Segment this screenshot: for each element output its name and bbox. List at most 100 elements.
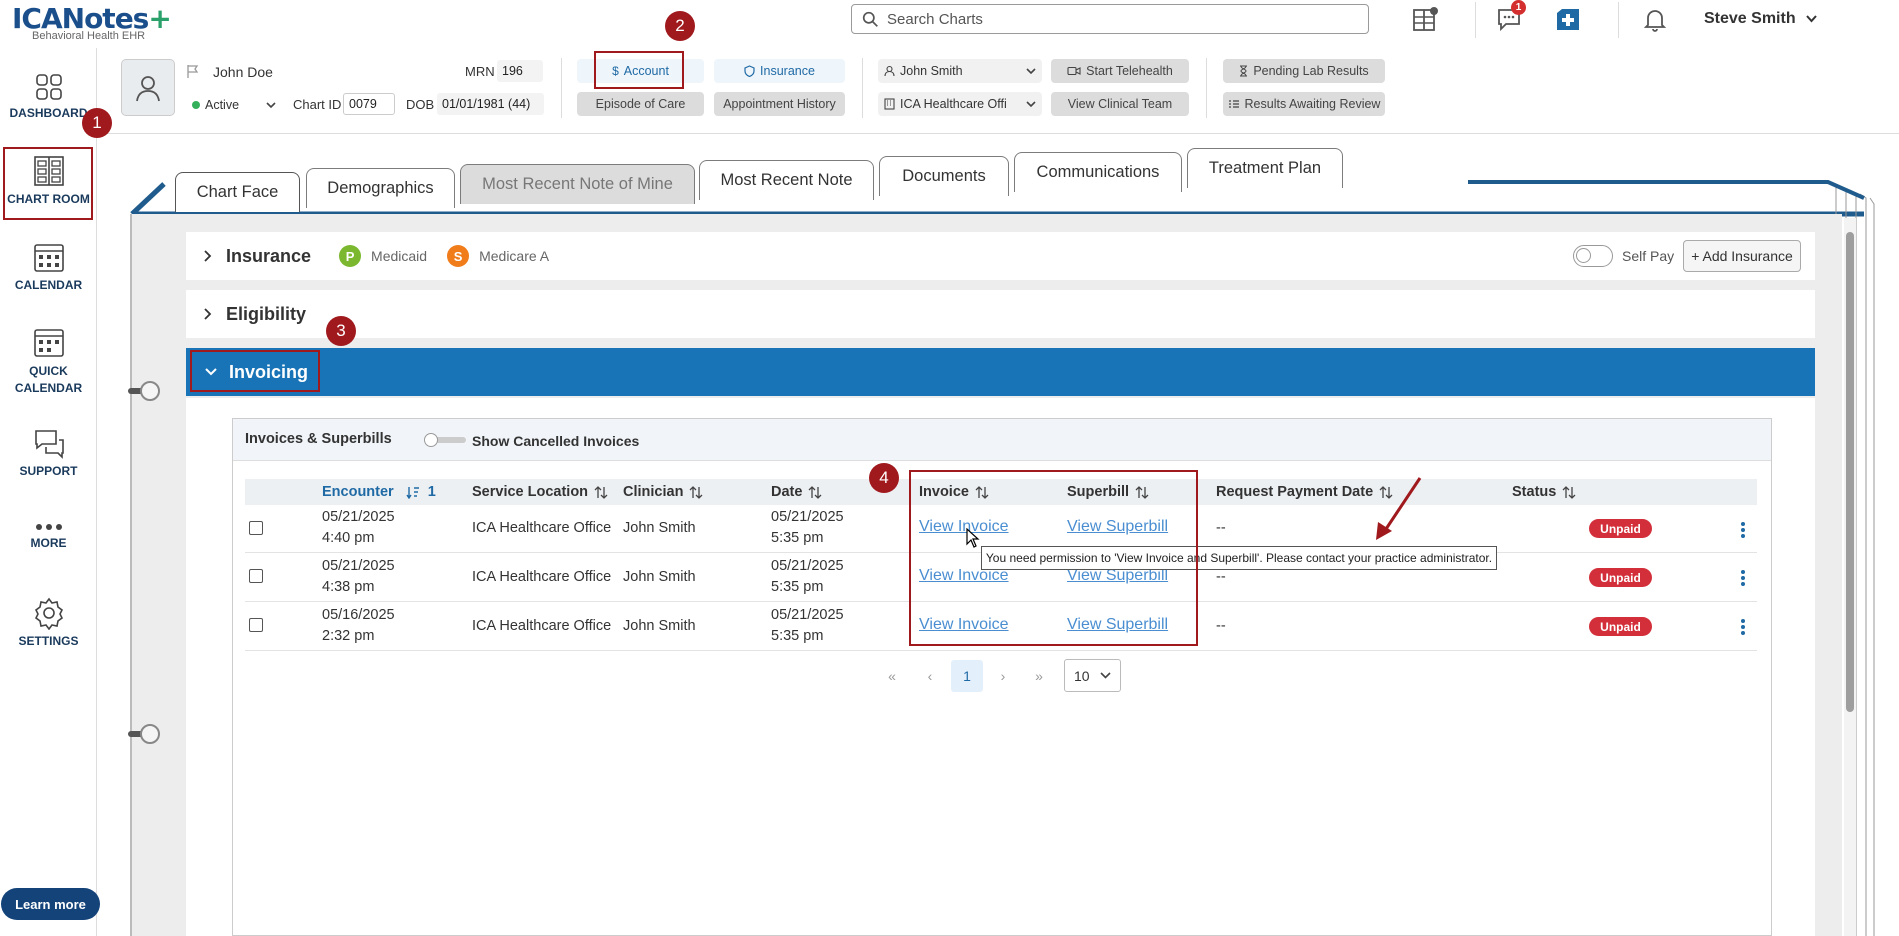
first-page-button[interactable]: «: [880, 664, 904, 688]
patient-status-select[interactable]: Active: [186, 93, 282, 117]
sidebar-item-label: QUICK CALENDAR: [14, 364, 83, 395]
show-cancelled-toggle[interactable]: [424, 433, 466, 447]
secondary-plan-name: Medicare A: [479, 248, 550, 264]
last-page-button[interactable]: »: [1027, 664, 1051, 688]
sidebar-item-dashboard[interactable]: DASHBOARD: [0, 72, 97, 120]
clinician-select[interactable]: John Smith: [878, 59, 1042, 83]
binder-ring: [128, 724, 160, 744]
sidebar-item-label: SETTINGS: [18, 634, 79, 648]
tab-chart-face[interactable]: Chart Face: [175, 172, 300, 212]
learn-more-button[interactable]: Learn more: [1, 888, 100, 920]
chart-id-value: 0079: [343, 93, 395, 115]
search-placeholder: Search Charts: [887, 10, 983, 28]
chevron-down-icon: [266, 101, 276, 109]
notifications-bell-icon[interactable]: [1638, 2, 1672, 36]
search-icon: [862, 11, 879, 28]
sidebar-item-label: MORE: [30, 536, 67, 550]
tab-documents[interactable]: Documents: [879, 156, 1009, 196]
sidebar-item-quick-calendar[interactable]: QUICK CALENDAR: [0, 325, 97, 397]
hourglass-icon: [1239, 65, 1248, 77]
insurance-button[interactable]: Insurance: [714, 59, 845, 83]
row-actions-icon[interactable]: [1741, 619, 1745, 635]
chart-room-top-icon[interactable]: [1408, 2, 1442, 36]
self-pay-toggle[interactable]: [1573, 245, 1613, 267]
date-cell: 05/21/2025 5:35 pm: [771, 607, 844, 644]
sidebar-item-label: CALENDAR: [14, 278, 83, 292]
support-chat-icon: [32, 428, 66, 460]
flag-icon[interactable]: [186, 64, 200, 78]
start-telehealth-button[interactable]: Start Telehealth: [1051, 59, 1189, 83]
sort-order-number: 1: [427, 484, 436, 500]
eligibility-section-header[interactable]: Eligibility: [186, 290, 1815, 338]
invoicing-section-header[interactable]: Invoicing: [186, 348, 1815, 396]
binder-ring: [128, 381, 160, 401]
patient-avatar: [121, 59, 175, 116]
date-cell: 05/21/2025 5:35 pm: [771, 509, 844, 546]
row-actions-icon[interactable]: [1741, 570, 1745, 586]
building-icon: [884, 98, 895, 110]
clinician-cell: John Smith: [623, 618, 696, 634]
next-page-button[interactable]: ›: [991, 664, 1015, 688]
col-service-location[interactable]: Service Location: [472, 479, 609, 505]
sort-icon: [1562, 485, 1576, 499]
tab-demographics[interactable]: Demographics: [306, 168, 455, 208]
list-check-icon: [1228, 99, 1240, 109]
episode-of-care-button[interactable]: Episode of Care: [577, 92, 704, 116]
col-date[interactable]: Date: [771, 479, 823, 505]
step-4-marker: 4: [869, 463, 899, 493]
user-menu[interactable]: Steve Smith: [1704, 10, 1817, 28]
col-encounter[interactable]: Encounter 1: [322, 479, 436, 505]
primary-plan-name: Medicaid: [371, 248, 428, 264]
clinician-cell: John Smith: [623, 569, 696, 585]
col-status[interactable]: Status: [1512, 479, 1577, 505]
row-checkbox[interactable]: [249, 521, 263, 535]
pending-lab-results-button[interactable]: Pending Lab Results: [1223, 59, 1385, 83]
sidebar-item-label: SUPPORT: [19, 464, 78, 478]
dob-value: 01/01/1981 (44): [437, 93, 544, 115]
chevron-down-icon: [1026, 100, 1036, 108]
search-charts-input[interactable]: Search Charts: [851, 4, 1369, 34]
chevron-down-icon: [1026, 67, 1036, 75]
sort-icon: [808, 485, 822, 499]
add-patient-icon[interactable]: [1551, 2, 1585, 36]
col-clinician[interactable]: Clinician: [623, 479, 704, 505]
add-insurance-button[interactable]: + Add Insurance: [1683, 240, 1801, 272]
tab-most-recent-note[interactable]: Most Recent Note: [699, 160, 874, 200]
appointment-history-button[interactable]: Appointment History: [714, 92, 845, 116]
self-pay-label: Self Pay: [1622, 248, 1675, 264]
results-awaiting-review-button[interactable]: Results Awaiting Review: [1223, 92, 1385, 116]
tab-communications[interactable]: Communications: [1014, 152, 1182, 192]
dob-label: DOB: [406, 97, 435, 112]
sort-icon: [594, 485, 608, 499]
page-size-select[interactable]: 10: [1064, 659, 1121, 692]
row-actions-icon[interactable]: [1741, 522, 1745, 538]
prev-page-button[interactable]: ‹: [918, 664, 942, 688]
view-clinical-team-button[interactable]: View Clinical Team: [1051, 92, 1189, 116]
step-1-marker: 1: [82, 108, 112, 138]
row-checkbox[interactable]: [249, 569, 263, 583]
service-location-cell: ICA Healthcare Office: [472, 569, 612, 585]
sidebar-item-settings[interactable]: SETTINGS: [0, 596, 97, 648]
col-request-payment-date[interactable]: Request Payment Date: [1216, 479, 1394, 505]
step-2-marker: 2: [665, 11, 695, 41]
encounter-datetime: 05/16/2025 2:32 pm: [322, 607, 395, 644]
page-scrollbar[interactable]: [1844, 218, 1856, 936]
tab-treatment-plan[interactable]: Treatment Plan: [1187, 148, 1343, 188]
dashboard-icon: [34, 72, 64, 102]
status-badge: Unpaid: [1589, 617, 1652, 636]
sidebar-item-more[interactable]: MORE: [0, 522, 97, 550]
sidebar-item-calendar[interactable]: CALENDAR: [0, 240, 97, 292]
insurance-section-header[interactable]: Insurance P Medicaid S Medicare A: [186, 232, 1815, 280]
current-page[interactable]: 1: [951, 660, 983, 692]
location-select[interactable]: ICA Healthcare Offi: [878, 92, 1042, 116]
sidebar-item-support[interactable]: SUPPORT: [0, 428, 97, 478]
quick-calendar-icon: [32, 325, 66, 359]
row-checkbox[interactable]: [249, 618, 263, 632]
tab-most-recent-note-of-mine[interactable]: Most Recent Note of Mine: [460, 164, 695, 204]
primary-badge: P: [339, 245, 362, 267]
status-badge: Unpaid: [1589, 519, 1652, 538]
messages-icon[interactable]: 1: [1492, 0, 1526, 36]
patient-name: John Doe: [213, 64, 273, 80]
status-value: Active: [205, 98, 240, 112]
secondary-badge: S: [447, 245, 470, 267]
